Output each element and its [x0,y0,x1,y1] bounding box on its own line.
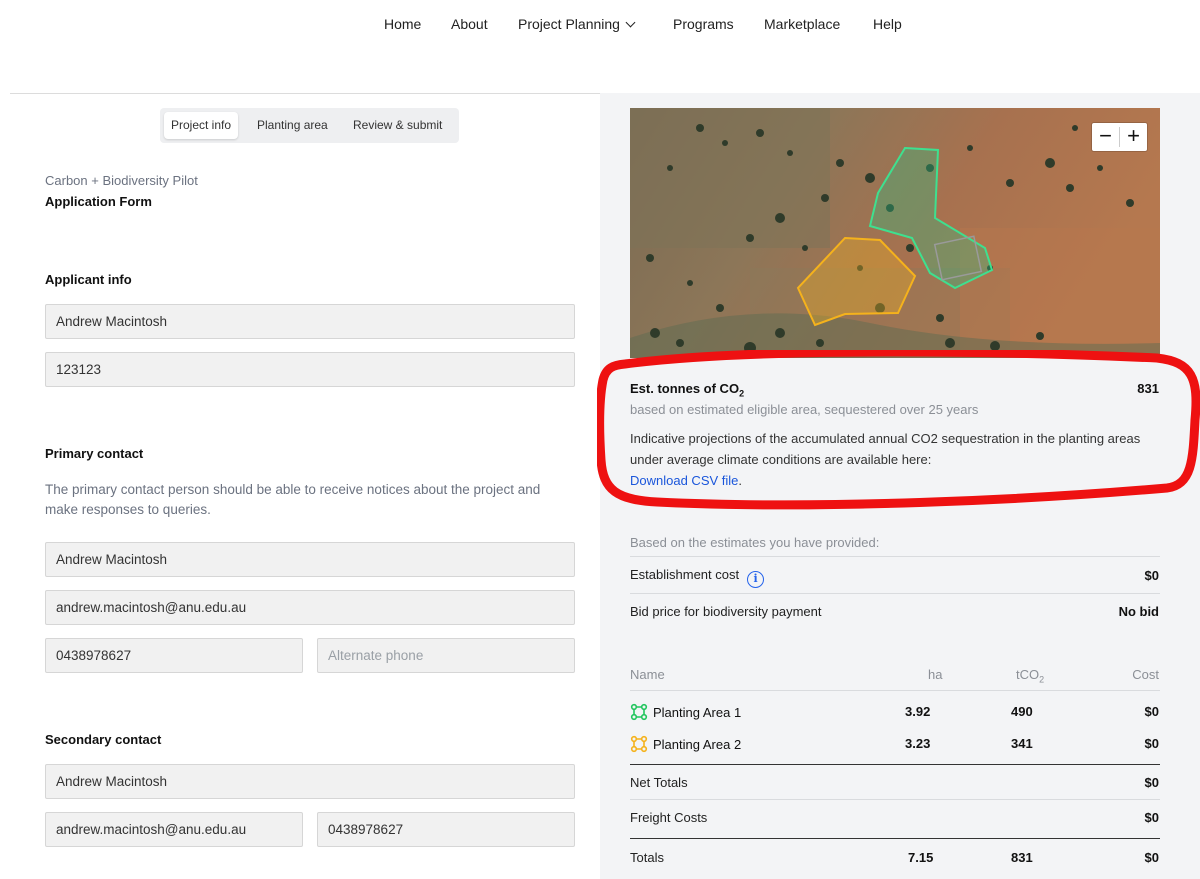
form-title: Application Form [45,194,152,209]
info-icon[interactable]: i [747,571,765,588]
secondary-email-field[interactable]: andrew.macintosh@anu.edu.au [45,812,303,847]
summary-divider-2 [630,593,1160,594]
nav-home[interactable]: Home [384,16,421,32]
table-row-name[interactable]: Planting Area 2 [630,735,741,753]
est-co2-value: 831 [1137,381,1159,396]
table-cell-tco2: 341 [1011,736,1033,751]
nav-project-planning-label: Project Planning [518,16,620,32]
net-totals-label: Net Totals [630,775,688,790]
table-subtotal-divider [630,764,1160,765]
col-header-tco2-text: tCO [1016,667,1040,682]
establishment-cost-value: $0 [1144,568,1159,583]
col-header-tco2: tCO2 [1016,667,1044,685]
header-divider [10,93,600,94]
nav-project-planning[interactable]: Project Planning [518,16,636,32]
table-row-name[interactable]: Planting Area 1 [630,703,741,721]
tab-planting-area[interactable]: Planting area [250,112,335,139]
satellite-map-image [630,108,1160,358]
table-cell-ha: 3.23 [905,736,931,751]
applicant-id-field[interactable]: 123123 [45,352,575,387]
polygon-area-icon [630,735,648,753]
nav-marketplace[interactable]: Marketplace [764,16,840,32]
est-co2-label: Est. tonnes of CO2 [630,381,744,399]
estimates-intro: Based on the estimates you have provided… [630,535,880,550]
primary-email-field[interactable]: andrew.macintosh@anu.edu.au [45,590,575,625]
primary-phone-field[interactable]: 0438978627 [45,638,303,673]
primary-contact-help: The primary contact person should be abl… [45,482,541,517]
satellite-map[interactable] [630,108,1160,358]
col-header-ha: ha [928,667,943,682]
est-co2-label-text: Est. tonnes of CO [630,381,740,396]
secondary-name-field[interactable]: Andrew Macintosh [45,764,575,799]
applicant-heading: Applicant info [45,272,132,287]
establishment-cost-label: Establishment cost i [630,567,765,588]
totals-cost: $0 [1144,850,1159,865]
tab-project-info[interactable]: Project info [164,112,239,139]
totals-ha: 7.15 [908,850,934,865]
table-cell-ha: 3.92 [905,704,931,719]
chevron-down-icon [625,17,636,28]
polygon-area-icon [630,703,648,721]
zoom-in-button[interactable]: + [1120,123,1147,151]
planting-area-name: Planting Area 2 [653,737,742,752]
summary-divider-1 [630,556,1160,557]
form-steps-tabs: Project info Planting area Review & subm… [160,108,459,143]
nav-programs[interactable]: Programs [673,16,734,32]
table-cell-cost: $0 [1144,704,1159,719]
top-navigation: Home About Project Planning Programs Mar… [0,0,1200,50]
table-cell-cost: $0 [1144,736,1159,751]
est-co2-label-subscript: 2 [739,388,745,399]
freight-costs-value: $0 [1144,810,1159,825]
bid-price-label: Bid price for biodiversity payment [630,604,822,619]
col-header-tco2-subscript: 2 [1039,674,1045,685]
net-totals-cost: $0 [1144,775,1159,790]
totals-label: Totals [630,850,664,865]
bid-price-value: No bid [1118,604,1159,619]
nav-help[interactable]: Help [873,16,902,32]
tab-review-submit[interactable]: Review & submit [346,112,449,139]
form-subtitle: Carbon + Biodiversity Pilot [45,173,198,188]
totals-tco2: 831 [1011,850,1033,865]
primary-name-field[interactable]: Andrew Macintosh [45,542,575,577]
alternate-phone-field[interactable]: Alternate phone [317,638,575,673]
table-header-divider [630,690,1160,691]
zoom-out-button[interactable]: − [1092,123,1119,151]
table-cell-tco2: 490 [1011,704,1033,719]
est-co2-description-text: Indicative projections of the accumulate… [630,431,1141,467]
col-header-cost: Cost [1132,667,1159,682]
freight-costs-label: Freight Costs [630,810,708,825]
applicant-name-field[interactable]: Andrew Macintosh [45,304,575,339]
nav-about[interactable]: About [451,16,488,32]
primary-contact-heading: Primary contact [45,446,144,461]
map-zoom-controls: − + [1092,123,1147,151]
col-header-name: Name [630,667,665,682]
secondary-contact-heading: Secondary contact [45,732,162,747]
establishment-cost-text: Establishment cost [630,567,740,582]
download-csv-link[interactable]: Download CSV file [630,473,738,488]
download-csv-suffix: . [738,473,743,488]
planting-area-name: Planting Area 1 [653,705,742,720]
est-co2-subtext: based on estimated eligible area, seques… [630,402,979,417]
table-divider-freight [630,799,1160,800]
est-co2-description: Indicative projections of the accumulate… [630,428,1150,491]
secondary-phone-field[interactable]: 0438978627 [317,812,575,847]
table-totals-divider [630,838,1160,839]
